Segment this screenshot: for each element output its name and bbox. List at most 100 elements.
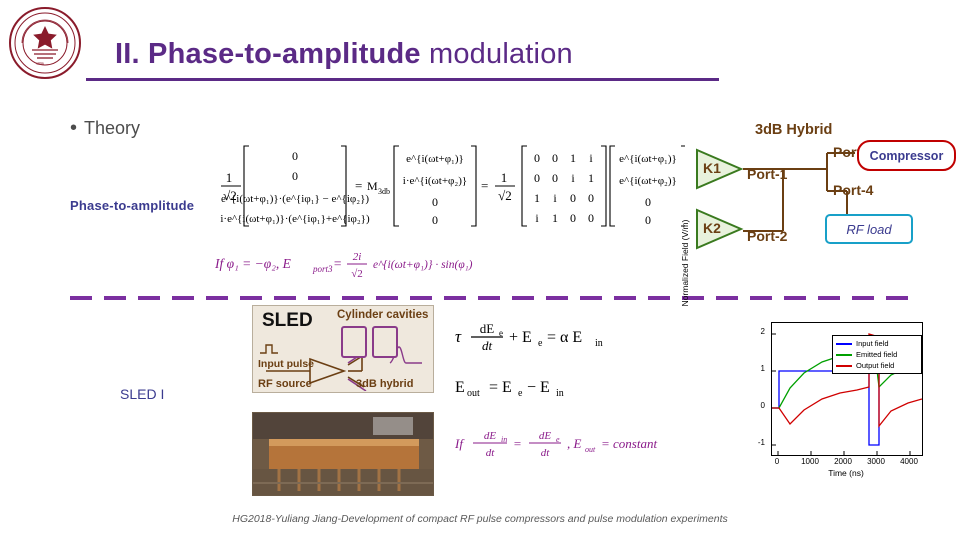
chart-xlabel: Time (ns) [828, 468, 864, 478]
legend-item-input: Input field [836, 338, 918, 349]
matrix-equation-image: 1 √2 0 0 e^{i(ωt+φ₁)}·(e^{iφ₁} − e^{iφ₂}… [215, 130, 685, 240]
cavity-1-icon [341, 326, 367, 358]
svg-text:out: out [467, 388, 480, 399]
svg-text:e: e [556, 435, 560, 444]
svg-text:0: 0 [432, 195, 438, 209]
input-pulse-label: Input pulse [258, 358, 314, 370]
page-title: II. Phase-to-amplitude modulation [115, 38, 573, 71]
port1-label: Port-1 [747, 166, 788, 182]
ytick-1: 1 [760, 364, 765, 373]
sled-title: SLED [262, 310, 313, 331]
bullet-dot-icon: • [70, 117, 78, 139]
legend-swatch-input [836, 342, 852, 345]
svg-text:, E: , E [567, 436, 582, 451]
svg-text:out: out [585, 445, 596, 454]
legend-label-emitted: Emitted field [856, 350, 898, 359]
svg-text:i: i [553, 191, 557, 205]
svg-text:in: in [556, 388, 564, 399]
svg-text:dt: dt [541, 447, 551, 459]
xtick-0: 0 [774, 457, 780, 466]
svg-text:e^{i(ωt+φ₁)} · sin(φ₁): e^{i(ωt+φ₁)} · sin(φ₁) [373, 259, 473, 271]
svg-text:1: 1 [570, 151, 576, 165]
legend-swatch-output [836, 364, 852, 367]
k1-label: K1 [703, 160, 721, 176]
legend-label-input: Input field [856, 339, 889, 348]
svg-text:If: If [455, 436, 465, 451]
page-title-normal: modulation [420, 38, 573, 70]
svg-text:0: 0 [645, 195, 651, 209]
svg-text:e^{i(ωt+φ₂)}: e^{i(ωt+φ₂)} [619, 175, 677, 187]
svg-text:+ E: + E [509, 329, 532, 346]
rf-load-box: RF load [825, 214, 913, 244]
svg-text:in: in [595, 338, 603, 349]
3db-hybrid-label: 3dB hybrid [356, 378, 414, 390]
legend-item-output: Output field [836, 360, 918, 371]
svg-text:0: 0 [570, 211, 576, 225]
svg-text:i: i [589, 151, 593, 165]
svg-text:If φ₁ = −φ₂, E: If φ₁ = −φ₂, E [215, 256, 292, 271]
svg-text:e^{i(ωt+φ₁)}·(e^{iφ₁} − e^{iφ₂: e^{i(ωt+φ₁)}·(e^{iφ₁} − e^{iφ₂}) [221, 193, 369, 205]
svg-text:0: 0 [645, 213, 651, 227]
xtick-3000: 3000 [867, 457, 885, 466]
bullet-theory: • Theory [70, 118, 140, 139]
svg-text:e: e [518, 388, 523, 399]
svg-text:= α E: = α E [547, 329, 582, 346]
xtick-1000: 1000 [801, 457, 819, 466]
svg-text:= constant: = constant [601, 436, 657, 451]
svg-text:=: = [513, 436, 522, 451]
ytick-neg1: -1 [757, 438, 765, 447]
label-phase-to-amplitude: Phase-to-amplitude [70, 198, 195, 213]
svg-text:i: i [571, 171, 575, 185]
hardware-photo [252, 412, 434, 496]
rf-source-label: RF source [258, 378, 312, 390]
svg-text:i·e^{i(ωt+φ₂)}: i·e^{i(ωt+φ₂)} [403, 175, 467, 187]
footer-text: HG2018-Yuliang Jiang-Development of comp… [232, 513, 728, 525]
label-sled: SLED I [120, 386, 165, 402]
svg-text:0: 0 [588, 191, 594, 205]
svg-text:dt: dt [486, 447, 496, 459]
svg-text:e^{i(ωt+φ₁)}: e^{i(ωt+φ₁)} [406, 153, 464, 165]
svg-text:1: 1 [534, 191, 540, 205]
sled-equations-image: τ dE e dt + E e = α E in E out = E e − E… [454, 316, 720, 481]
port4-label: Port-4 [833, 182, 874, 198]
svg-text:3db: 3db [378, 187, 390, 196]
svg-text:√2: √2 [498, 188, 512, 203]
svg-text:=: = [355, 178, 362, 193]
svg-text:0: 0 [292, 149, 298, 163]
svg-text:0: 0 [534, 171, 540, 185]
svg-text:in: in [501, 435, 507, 444]
svg-text:i: i [535, 211, 539, 225]
svg-text:=: = [481, 178, 488, 193]
svg-text:0: 0 [588, 211, 594, 225]
svg-text:0: 0 [432, 213, 438, 227]
compressor-box: Compressor [857, 140, 956, 171]
svg-text:0: 0 [570, 191, 576, 205]
svg-text:− E: − E [527, 379, 550, 396]
svg-text:1896: 1896 [36, 61, 44, 66]
legend-swatch-emitted [836, 353, 852, 356]
chart-legend: Input field Emitted field Output field [832, 335, 922, 374]
svg-text:M: M [367, 179, 378, 193]
cylinder-cavities-label: Cylinder cavities [337, 309, 429, 321]
svg-text:0: 0 [292, 169, 298, 183]
hybrid-diagram: 3dB Hybrid K1 K2 Port-1 Port-2 Port-3 Po… [685, 122, 956, 267]
chart-ylabel: Normalized Field (V/m) [680, 219, 690, 307]
svg-text:0: 0 [552, 171, 558, 185]
svg-text:= E: = E [489, 379, 512, 396]
svg-text:dE: dE [484, 430, 497, 442]
svg-text:dt: dt [482, 338, 493, 353]
bullet-theory-label: Theory [84, 118, 141, 138]
svg-text:i·e^{i(ωt+φ₁)}·(e^{iφ₁}+e^{iφ₂: i·e^{i(ωt+φ₁)}·(e^{iφ₁}+e^{iφ₂}) [220, 213, 370, 225]
svg-text:e: e [538, 338, 543, 349]
svg-text:=: = [333, 256, 342, 271]
svg-text:τ: τ [455, 327, 462, 346]
xtick-2000: 2000 [834, 457, 852, 466]
university-logo: 1896 [8, 6, 82, 80]
svg-text:port3: port3 [312, 264, 333, 274]
svg-text:0: 0 [552, 151, 558, 165]
svg-text:1: 1 [501, 170, 508, 185]
ytick-2: 2 [760, 327, 765, 336]
chart-plot-area: Input field Emitted field Output field [771, 322, 923, 456]
xtick-4000: 4000 [900, 457, 918, 466]
legend-label-output: Output field [856, 361, 895, 370]
